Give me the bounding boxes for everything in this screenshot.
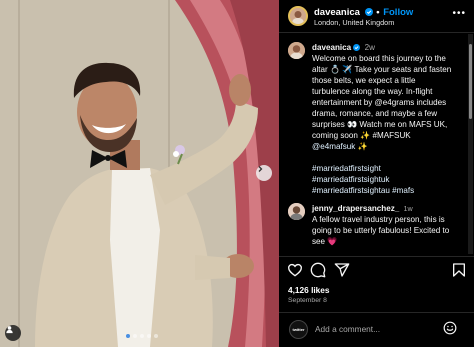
comment-text: A fellow travel industry person, this is… (312, 215, 450, 246)
tagged-users-button[interactable] (5, 325, 21, 341)
verified-badge-icon (353, 43, 362, 52)
separator-dot: • (376, 7, 380, 18)
caption-username[interactable]: daveanica (312, 43, 351, 52)
chevron-right-icon (258, 166, 263, 172)
post-actions (279, 262, 474, 282)
user-icon (6, 326, 13, 334)
carousel-dot (147, 334, 151, 338)
author-username[interactable]: daveanica (314, 7, 360, 18)
likes-count[interactable]: 4,126 likes (288, 285, 330, 295)
caption-line: those belts, we expect a little (312, 76, 416, 85)
caption-line: drama, romance, and maybe a few (312, 109, 438, 118)
comment: jenny_drapersanchez_ 1w A fellow travel … (312, 203, 452, 247)
post-photo[interactable] (0, 0, 279, 347)
caption-line: surprises 👀 Watch me on MAFS UK, (312, 120, 448, 129)
scrollbar-thumb[interactable] (469, 44, 472, 119)
caption-text: Welcome on board this journey to the alt… (312, 53, 462, 152)
like-heart-icon[interactable] (287, 262, 305, 280)
current-user-avatar: twitter (289, 320, 308, 339)
share-send-icon[interactable] (334, 262, 352, 280)
post-sidebar: daveanica • Follow London, United Kingdo… (279, 0, 474, 347)
post-location[interactable]: London, United Kingdom (314, 18, 394, 27)
carousel-dot (126, 334, 130, 338)
hashtag-link[interactable]: #marriedatfirstsightuk (312, 174, 462, 185)
caption-line[interactable]: @e4mafsuk ✨ (312, 141, 462, 152)
carousel-indicator (126, 334, 158, 338)
carousel-next-button[interactable] (256, 165, 272, 181)
caption-line: coming soon ✨ #MAFSUK (312, 131, 411, 140)
caption: daveanica 2w Welcome on board this journ… (312, 42, 462, 196)
commenter-avatar[interactable] (288, 203, 305, 220)
post-header: daveanica • Follow London, United Kingdo… (279, 0, 474, 33)
save-bookmark-icon[interactable] (451, 262, 469, 280)
hashtag-link[interactable]: #marriedatfirstsightau #mafs (312, 185, 462, 196)
emoji-smiley-icon[interactable] (443, 321, 457, 340)
avatar-image (290, 8, 306, 24)
author-avatar[interactable] (288, 6, 308, 26)
follow-button[interactable]: Follow (383, 7, 413, 18)
carousel-dot (133, 334, 137, 338)
caption-line: turbulence along the way. In-flight (312, 87, 433, 96)
comments-scrollbar[interactable] (468, 34, 473, 254)
avatar-image (288, 42, 305, 59)
carousel-dot (140, 334, 144, 338)
caption-line: Welcome on board this journey to the (312, 54, 446, 63)
comment-bubble-icon[interactable] (310, 262, 328, 280)
avatar-image (288, 203, 305, 220)
add-comment-input[interactable]: Add a comment... (315, 324, 435, 334)
caption-line: altar 💍 ✈️ Take your seats and fasten (312, 65, 452, 74)
post-date: September 8 (288, 297, 327, 304)
comment-username[interactable]: jenny_drapersanchez_ (312, 204, 399, 213)
comments-scroll-area[interactable]: daveanica 2w Welcome on board this journ… (279, 34, 474, 254)
comment-time[interactable]: 1w (404, 204, 413, 213)
photo-illustration (0, 0, 279, 347)
caption-line: entertainment by @e4grams includes (312, 98, 447, 107)
carousel-dot (154, 334, 158, 338)
hashtag-list: #marriedatfirstsight #marriedatfirstsigh… (312, 163, 462, 196)
divider (279, 256, 474, 257)
divider (279, 312, 474, 313)
more-options-icon[interactable]: ••• (452, 8, 466, 19)
caption-time[interactable]: 2w (365, 43, 375, 52)
hashtag-link[interactable]: #marriedatfirstsight (312, 163, 462, 174)
caption-author-avatar[interactable] (288, 42, 305, 59)
